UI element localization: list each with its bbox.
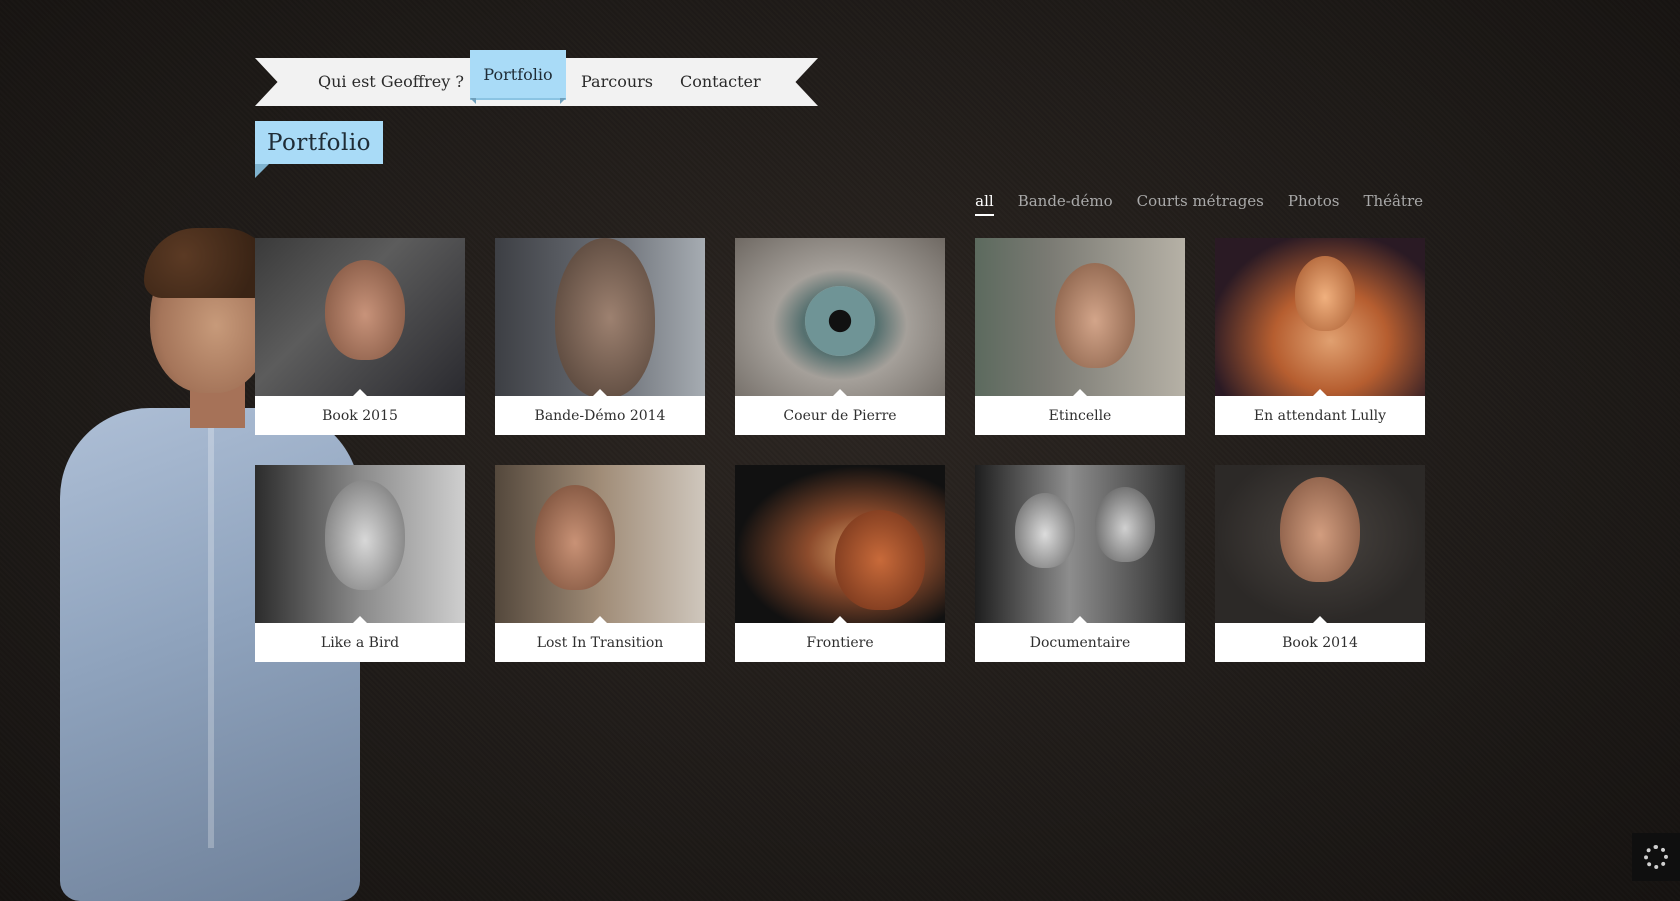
hero-shirt-placket — [208, 428, 214, 848]
portfolio-grid: Book 2015 Bande-Démo 2014 Coeur de Pierr… — [255, 238, 1425, 662]
filter-photos[interactable]: Photos — [1288, 192, 1340, 216]
nav-item-parcours[interactable]: Parcours — [581, 72, 653, 91]
portfolio-card-lost-in-transition[interactable]: Lost In Transition — [495, 465, 705, 662]
portfolio-card-like-a-bird[interactable]: Like a Bird — [255, 465, 465, 662]
portfolio-caption: En attendant Lully — [1253, 407, 1387, 424]
portfolio-thumbnail — [255, 238, 465, 396]
portfolio-card-en-attendant-lully[interactable]: En attendant Lully — [1215, 238, 1425, 435]
portrait-face — [1295, 256, 1355, 331]
portfolio-card-documentaire[interactable]: Documentaire — [975, 465, 1185, 662]
portrait-face — [1095, 487, 1155, 562]
portfolio-caption: Lost In Transition — [536, 634, 664, 651]
eye-iris — [805, 286, 875, 356]
portfolio-thumbnail — [735, 465, 945, 623]
loading-indicator — [1632, 833, 1680, 881]
filter-bande-demo[interactable]: Bande-démo — [1018, 192, 1113, 216]
portfolio-caption: Book 2014 — [1282, 634, 1358, 651]
page-title-fold — [255, 164, 269, 178]
portfolio-card-frontiere[interactable]: Frontiere — [735, 465, 945, 662]
portfolio-card-etincelle[interactable]: Etincelle — [975, 238, 1185, 435]
portfolio-thumbnail — [255, 465, 465, 623]
portfolio-thumbnail — [1215, 465, 1425, 623]
portfolio-caption: Bande-Démo 2014 — [534, 407, 666, 424]
portfolio-thumbnail — [1215, 238, 1425, 396]
portfolio-thumbnail — [735, 238, 945, 396]
portfolio-card-coeur-de-pierre[interactable]: Coeur de Pierre — [735, 238, 945, 435]
portrait-face — [555, 238, 655, 396]
nav-item-contacter[interactable]: Contacter — [680, 72, 761, 91]
filter-all[interactable]: all — [975, 192, 994, 216]
portrait-face — [835, 510, 925, 610]
nav-item-portfolio[interactable]: Portfolio — [470, 50, 566, 104]
portfolio-caption: Coeur de Pierre — [783, 407, 897, 424]
portrait-face — [1280, 477, 1360, 582]
portfolio-card-book-2014[interactable]: Book 2014 — [1215, 465, 1425, 662]
portfolio-thumbnail — [495, 465, 705, 623]
portfolio-caption: Etincelle — [1048, 407, 1112, 424]
nav-item-qui-est-geoffrey[interactable]: Qui est Geoffrey ? — [318, 72, 464, 91]
portrait-face — [535, 485, 615, 590]
portrait-face — [325, 480, 405, 590]
portfolio-caption: Documentaire — [1029, 634, 1131, 651]
portfolio-card-bande-demo-2014[interactable]: Bande-Démo 2014 — [495, 238, 705, 435]
portfolio-caption: Frontiere — [806, 634, 874, 651]
portfolio-thumbnail — [495, 238, 705, 396]
filter-theatre[interactable]: Théâtre — [1363, 192, 1423, 216]
portfolio-filters: all Bande-démo Courts métrages Photos Th… — [975, 192, 1423, 216]
nav-item-portfolio-label: Portfolio — [483, 64, 553, 84]
spinner-icon — [1644, 845, 1668, 869]
portfolio-thumbnail — [975, 238, 1185, 396]
portrait-face — [1015, 493, 1075, 568]
portfolio-caption: Like a Bird — [320, 634, 400, 651]
portfolio-card-book-2015[interactable]: Book 2015 — [255, 238, 465, 435]
page-title: Portfolio — [255, 121, 383, 164]
filter-courts-metrages[interactable]: Courts métrages — [1137, 192, 1264, 216]
portfolio-thumbnail — [975, 465, 1185, 623]
portrait-face — [1055, 263, 1135, 368]
portrait-face — [325, 260, 405, 360]
portfolio-caption: Book 2015 — [322, 407, 398, 424]
